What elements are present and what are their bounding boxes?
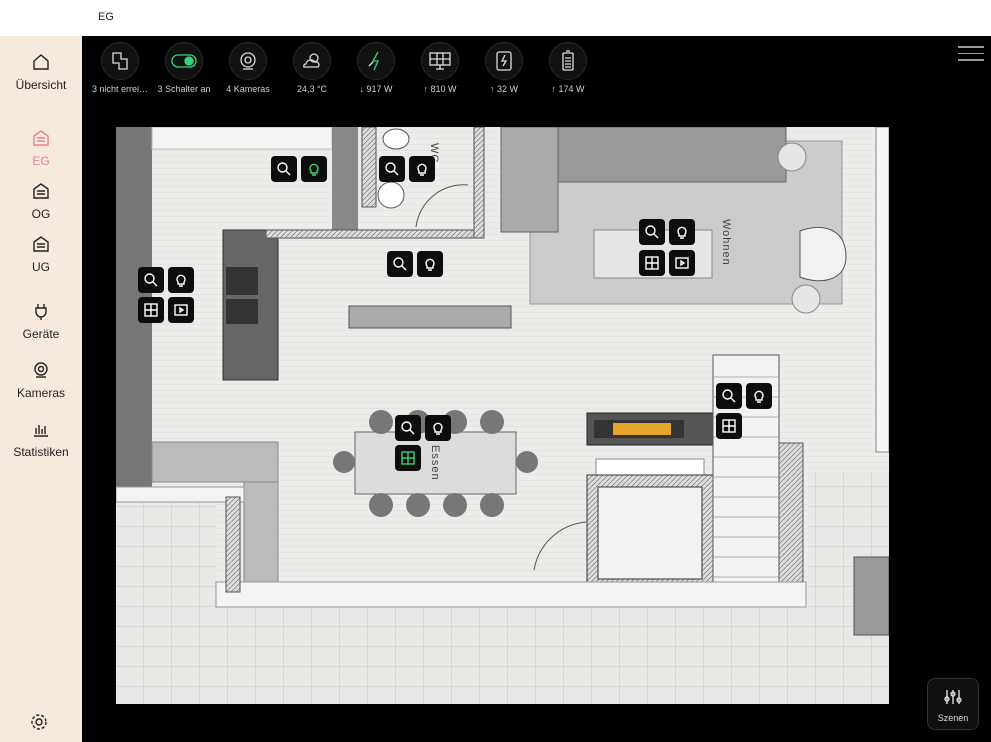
status-offline-devices[interactable]: 3 nicht errei… — [89, 42, 151, 94]
zoom-button[interactable] — [387, 251, 413, 277]
sidebar-item-label: EG — [32, 154, 50, 168]
sidebar-item-label: Geräte — [22, 327, 60, 341]
light-button[interactable] — [425, 415, 451, 441]
light-button[interactable] — [301, 156, 327, 182]
status-solar[interactable]: ↑ 810 W — [409, 42, 471, 94]
bulb-icon — [417, 163, 427, 176]
bulb-icon — [433, 422, 443, 435]
bulb-icon — [425, 258, 435, 271]
sidebar-item-label: OG — [31, 207, 51, 221]
scenes-button[interactable]: Szenen — [927, 678, 979, 730]
tv-play-icon — [675, 257, 689, 269]
sidebar-item-og[interactable]: OG — [0, 181, 82, 223]
camera-icon — [34, 362, 48, 378]
sidebar-item-label: Statistiken — [13, 445, 69, 459]
devices-offline-icon — [112, 52, 128, 70]
room-label-wohnen: Wohnen — [720, 219, 732, 266]
zoom-button[interactable] — [271, 156, 297, 182]
sliders-icon — [944, 690, 962, 704]
magnifier-icon — [144, 273, 158, 287]
sidebar-item-label: Übersicht — [15, 78, 67, 92]
status-grid-power[interactable]: ↓ 917 W — [345, 42, 407, 94]
plug-icon — [35, 304, 47, 320]
floor-icon — [33, 183, 49, 199]
window-icon — [401, 451, 415, 465]
solar-panel-icon — [429, 52, 451, 70]
window-blind-button[interactable] — [639, 250, 665, 276]
magnifier-icon — [277, 162, 291, 176]
status-value: 3 nicht errei… — [91, 84, 149, 94]
home-icon — [33, 54, 49, 70]
tv-play-icon — [174, 304, 188, 316]
status-value: ↑ 32 W — [489, 84, 518, 94]
sidebar-item-devices[interactable]: Geräte — [0, 301, 82, 343]
sidebar: Übersicht EG OG UG Geräte Kameras Statis… — [0, 36, 82, 742]
sidebar-item-cameras[interactable]: Kameras — [0, 360, 82, 402]
status-cameras[interactable]: 4 Kameras — [217, 42, 279, 94]
media-button[interactable] — [168, 297, 194, 323]
chart-icon — [34, 425, 48, 437]
window-icon — [645, 256, 659, 270]
zoom-button[interactable] — [639, 219, 665, 245]
grid-power-icon — [368, 51, 380, 71]
window-blind-button[interactable] — [716, 413, 742, 439]
zoom-button[interactable] — [395, 415, 421, 441]
hamburger-icon — [958, 46, 984, 48]
status-weather[interactable]: 24,3 °C — [281, 42, 343, 94]
window-title: EG — [98, 11, 114, 23]
bulb-icon — [176, 274, 186, 287]
zoom-button[interactable] — [379, 156, 405, 182]
gear-icon — [31, 714, 47, 730]
status-value: 24,3 °C — [296, 84, 328, 94]
toggle-icon — [171, 54, 197, 68]
window-icon — [722, 419, 736, 433]
status-wallbox[interactable]: ↑ 32 W — [473, 42, 535, 94]
floor-plan-drawing — [116, 127, 889, 704]
scenes-label: Szenen — [937, 713, 969, 723]
bulb-icon — [677, 226, 687, 239]
status-value: 4 Kameras — [226, 84, 270, 94]
sidebar-item-overview[interactable]: Übersicht — [0, 52, 82, 94]
menu-button[interactable] — [958, 46, 984, 64]
bulb-icon — [754, 390, 764, 403]
zoom-button[interactable] — [716, 383, 742, 409]
wallbox-icon — [496, 51, 512, 71]
weather-icon — [303, 53, 320, 68]
sidebar-item-statistics[interactable]: Statistiken — [0, 419, 82, 461]
zoom-button[interactable] — [138, 267, 164, 293]
magnifier-icon — [645, 225, 659, 239]
status-value: ↑ 174 W — [551, 84, 585, 94]
magnifier-icon — [722, 389, 736, 403]
battery-icon — [562, 50, 574, 71]
room-label-essen: Essen — [429, 445, 441, 481]
light-button[interactable] — [746, 383, 772, 409]
window-icon — [144, 303, 158, 317]
sidebar-item-ug[interactable]: UG — [0, 234, 82, 276]
magnifier-icon — [401, 421, 415, 435]
media-button[interactable] — [669, 250, 695, 276]
sidebar-item-label: UG — [32, 260, 50, 274]
floor-plan: Wohnen Essen WC — [116, 127, 889, 704]
status-switches[interactable]: 3 Schalter an — [153, 42, 215, 94]
status-battery[interactable]: ↑ 174 W — [537, 42, 599, 94]
light-button[interactable] — [168, 267, 194, 293]
light-button[interactable] — [417, 251, 443, 277]
settings-button[interactable] — [29, 712, 49, 732]
magnifier-icon — [385, 162, 399, 176]
light-button[interactable] — [409, 156, 435, 182]
sidebar-item-label: Kameras — [16, 386, 66, 400]
status-value: 3 Schalter an — [157, 84, 211, 94]
magnifier-icon — [393, 257, 407, 271]
bulb-icon — [309, 163, 319, 176]
title-bar: EG — [0, 0, 991, 36]
floor-icon — [33, 130, 49, 146]
floor-icon — [33, 236, 49, 252]
webcam-icon — [240, 52, 256, 70]
light-button[interactable] — [669, 219, 695, 245]
window-blind-button[interactable] — [395, 445, 421, 471]
sidebar-item-eg[interactable]: EG — [0, 128, 82, 170]
status-value: ↓ 917 W — [359, 84, 393, 94]
window-blind-button[interactable] — [138, 297, 164, 323]
status-value: ↑ 810 W — [423, 84, 457, 94]
